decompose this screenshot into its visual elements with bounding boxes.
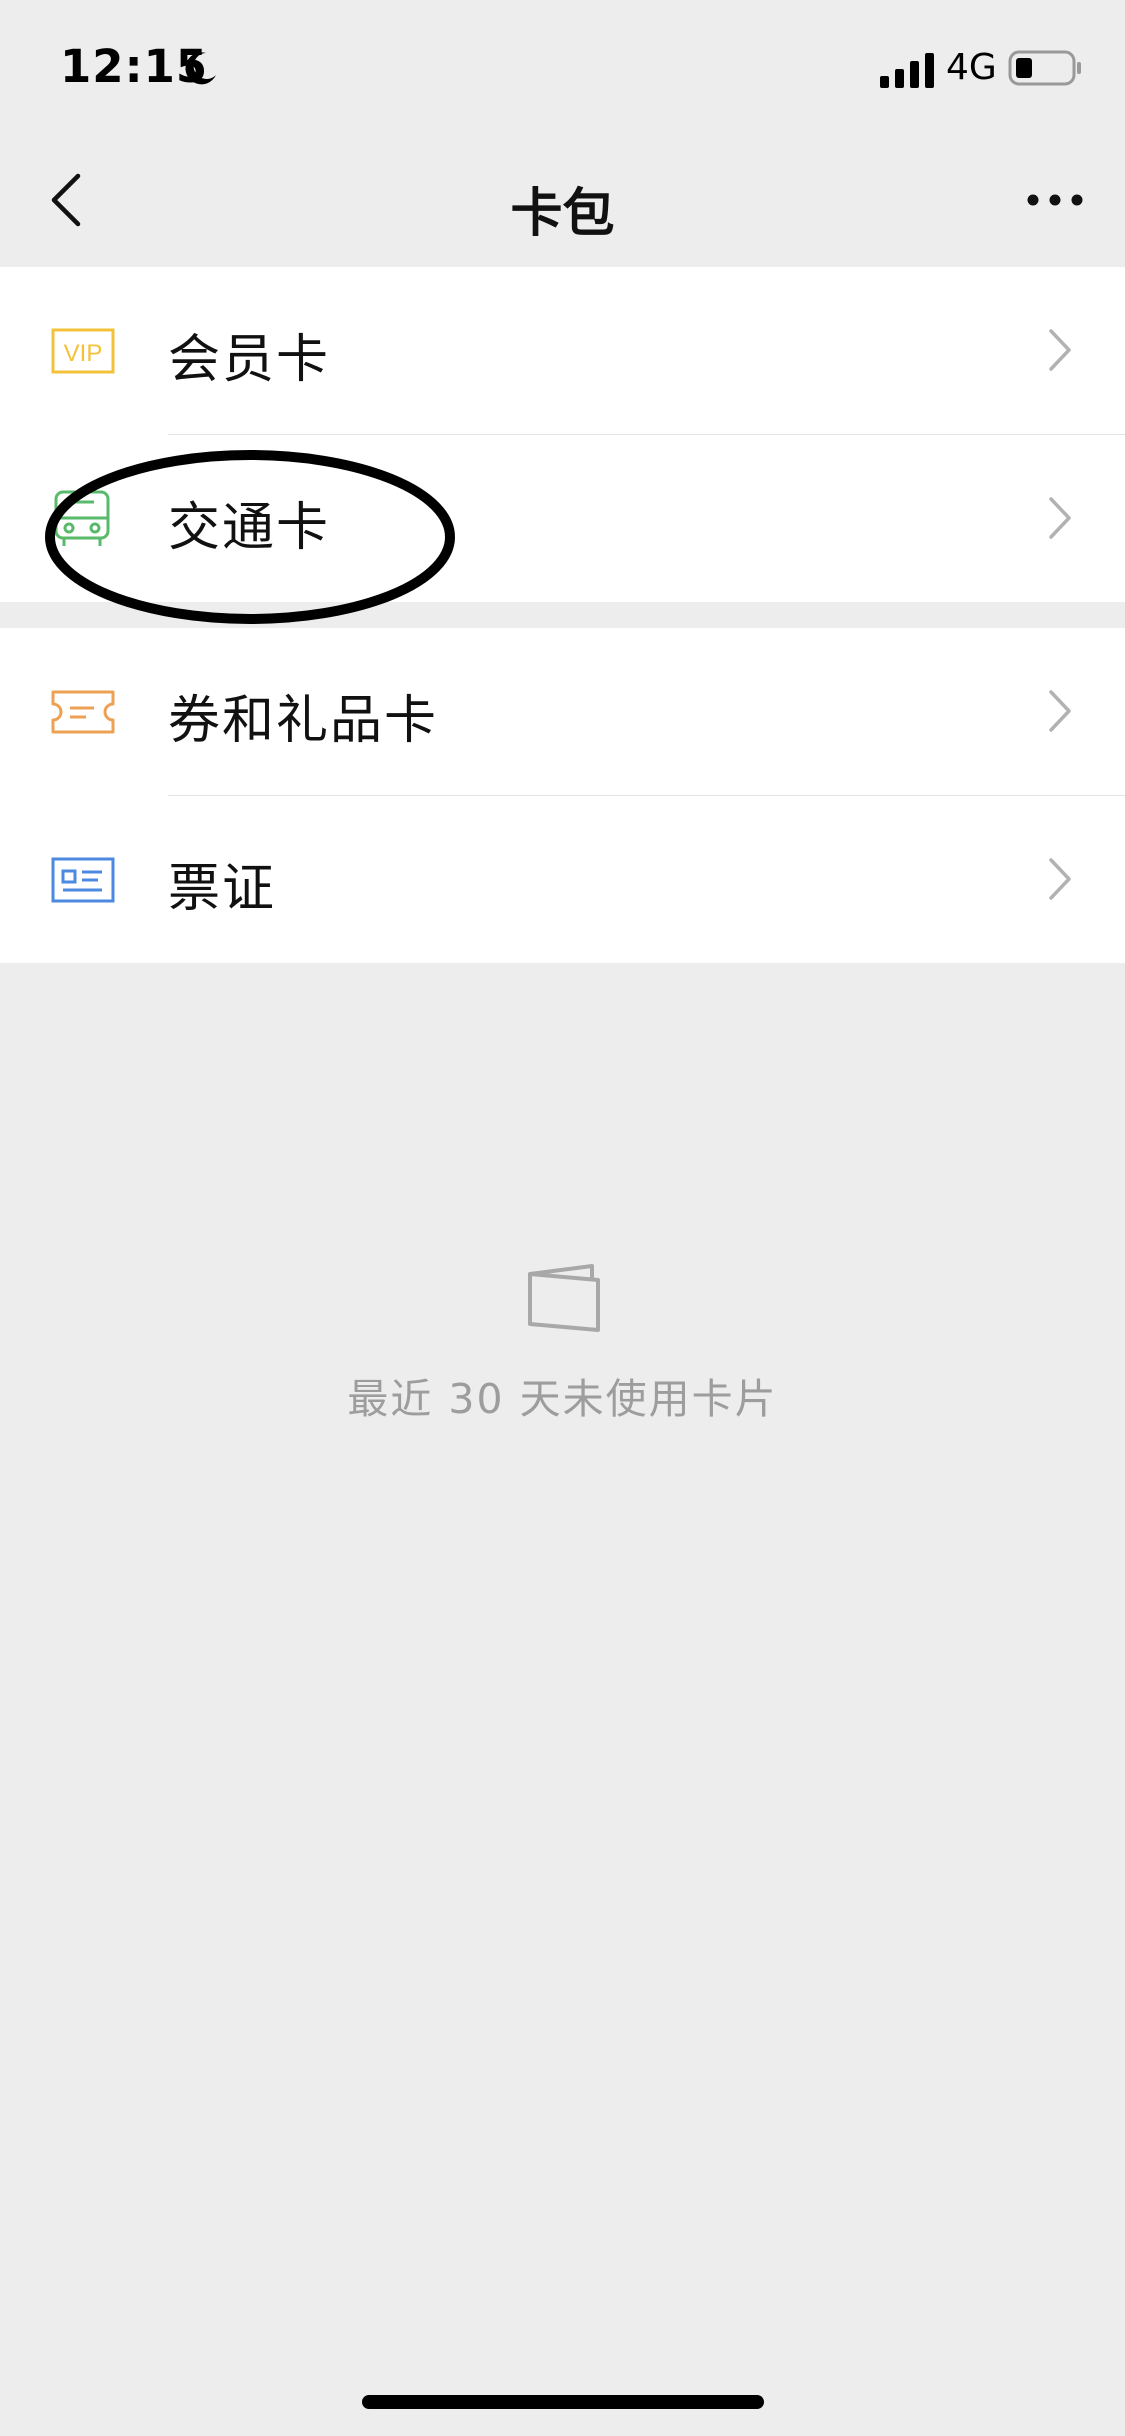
moon-icon	[185, 52, 216, 85]
battery-icon	[1008, 50, 1081, 86]
svg-text:VIP: VIP	[64, 340, 103, 367]
chevron-right-icon	[1049, 329, 1071, 371]
vip-card-icon: VIP	[51, 328, 115, 374]
list-item-label: 会员卡	[168, 330, 331, 390]
list-item-label: 交通卡	[168, 498, 331, 558]
chevron-right-icon	[1049, 690, 1071, 732]
page-title: 卡包	[510, 184, 615, 244]
network-type: 4G	[946, 47, 997, 88]
nav-bar: 卡包	[0, 135, 1125, 265]
bus-icon	[54, 490, 110, 546]
more-button[interactable]	[1015, 175, 1095, 225]
list-item-label: 券和礼品卡	[168, 691, 439, 751]
cards-icon	[528, 1264, 600, 1332]
list-item-coupons-gift-cards[interactable]: 券和礼品卡	[0, 628, 1125, 795]
signal-icon	[880, 53, 934, 88]
coupon-icon	[51, 690, 115, 734]
id-card-icon	[51, 857, 115, 903]
empty-state-text: 最近 30 天未使用卡片	[347, 1375, 778, 1423]
card-group-2: 券和礼品卡 票证	[0, 628, 1125, 963]
list-item-tickets-ids[interactable]: 票证	[0, 796, 1125, 963]
card-group-1: VIP 会员卡 交通卡	[0, 267, 1125, 602]
status-bar: 12:15 4G	[0, 0, 1125, 135]
chevron-right-icon	[1049, 858, 1071, 900]
chevron-right-icon	[1049, 497, 1071, 539]
list-item-transit-card[interactable]: 交通卡	[0, 435, 1125, 602]
more-dots-icon	[1027, 194, 1083, 206]
list-item-label: 票证	[168, 859, 277, 919]
list-item-membership-card[interactable]: VIP 会员卡	[0, 267, 1125, 434]
home-indicator[interactable]	[362, 2395, 764, 2409]
